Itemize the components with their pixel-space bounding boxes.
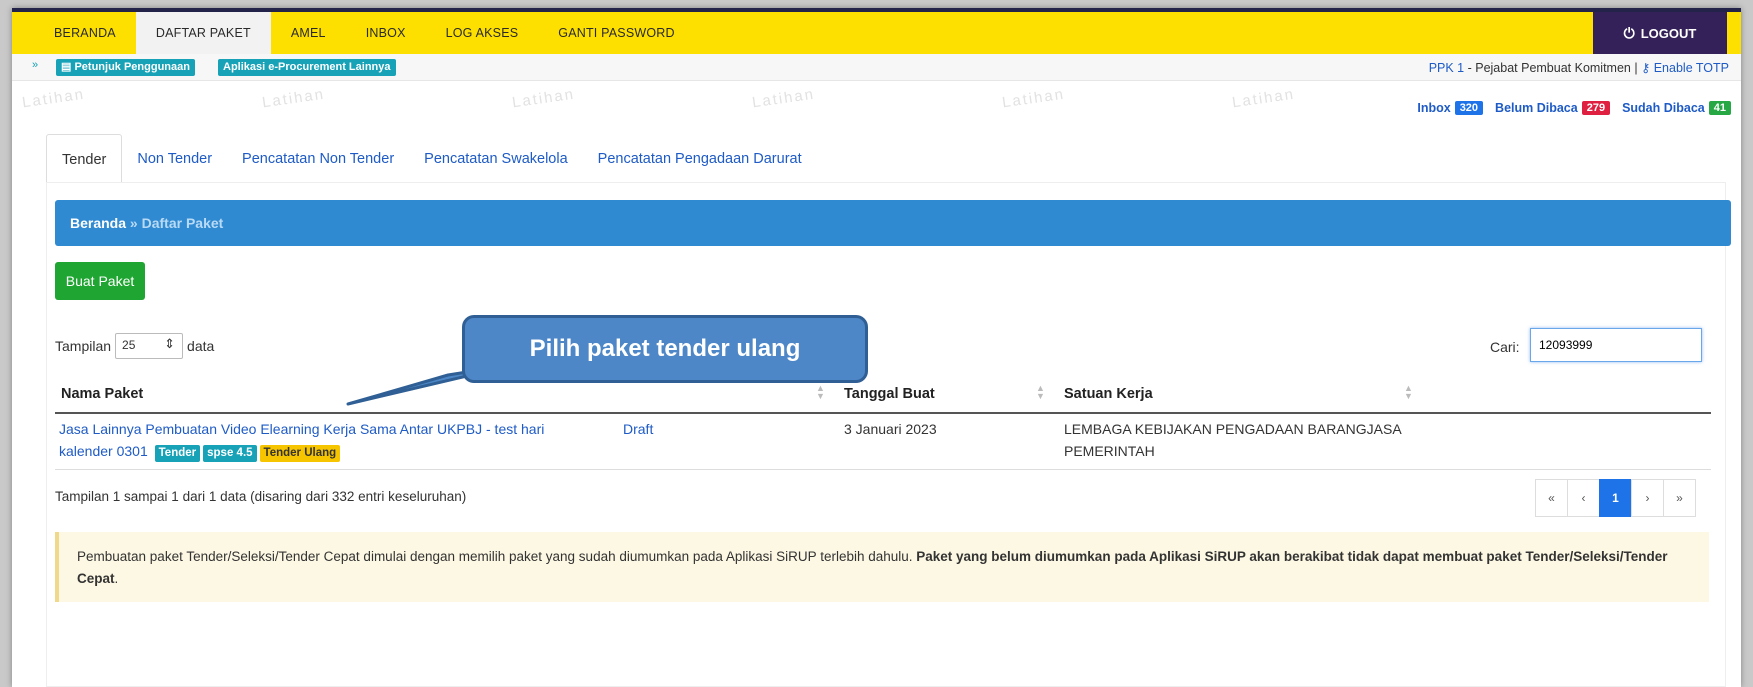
user-info: PPK 1 - Pejabat Pembuat Komitmen | ⚷ Ena… — [1429, 60, 1729, 75]
tab-non-tender[interactable]: Non Tender — [122, 134, 227, 182]
menu-log-akses[interactable]: LOG AKSES — [426, 12, 539, 54]
length-suffix: data — [187, 338, 215, 354]
user-desc: - Pejabat Pembuat Komitmen | — [1464, 61, 1642, 75]
enable-totp-link[interactable]: Enable TOTP — [1654, 61, 1729, 75]
row-divider — [55, 469, 1711, 470]
key-icon: ⚷ — [1641, 61, 1654, 75]
last-page-button[interactable]: » — [1663, 479, 1696, 517]
top-navbar: BERANDA DAFTAR PAKET AMEL INBOX LOG AKSE… — [12, 8, 1741, 54]
table-info: Tampilan 1 sampai 1 dari 1 data (disarin… — [55, 489, 467, 504]
page-length-value: 25 — [122, 338, 136, 352]
package-link[interactable]: Jasa Lainnya Pembuatan Video Elearning K… — [59, 421, 544, 437]
watermark-text: Latihan — [751, 85, 817, 112]
tag-tender-ulang: Tender Ulang — [259, 445, 341, 462]
tab-pencatatan-non-tender[interactable]: Pencatatan Non Tender — [227, 134, 409, 182]
inbox-link[interactable]: Inbox — [1417, 101, 1450, 115]
header-divider — [55, 412, 1711, 414]
collapse-chevron-icon[interactable]: » — [32, 59, 38, 71]
menu-beranda[interactable]: BERANDA — [34, 12, 136, 54]
work-unit-line2: PEMERINTAH — [1064, 443, 1155, 459]
tag-spse: spse 4.5 — [203, 445, 257, 462]
breadcrumb-home-link[interactable]: Beranda — [70, 215, 126, 231]
help-link[interactable]: ▤ Petunjuk Penggunaan — [56, 59, 195, 76]
logout-button[interactable]: ⏻ LOGOUT — [1593, 12, 1727, 54]
sort-icon: ▲ ▼ — [1404, 383, 1413, 401]
breadcrumb: Beranda » Daftar Paket — [55, 200, 1731, 246]
power-icon: ⏻ — [1623, 24, 1635, 41]
page-length-select[interactable]: 25 ⇕ — [115, 333, 184, 359]
work-unit-line1: LEMBAGA KEBIJAKAN PENGADAAN BARANGJASA — [1064, 421, 1402, 437]
tab-pencatatan-swakelola[interactable]: Pencatatan Swakelola — [409, 134, 583, 182]
sort-icon: ▲ ▼ — [816, 383, 825, 401]
menu-amel[interactable]: AMEL — [271, 12, 346, 54]
date-cell: 3 Januari 2023 — [844, 421, 937, 437]
column-header-satuan-kerja[interactable]: Satuan Kerja — [1064, 376, 1153, 412]
breadcrumb-current: Daftar Paket — [141, 215, 224, 231]
sort-updown-icon: ⇕ — [164, 336, 176, 351]
sort-icon: ▲ ▼ — [1036, 383, 1045, 401]
menu-inbox[interactable]: INBOX — [346, 12, 426, 54]
page-1-button[interactable]: 1 — [1599, 479, 1632, 517]
app-window: BERANDA DAFTAR PAKET AMEL INBOX LOG AKSE… — [12, 8, 1741, 687]
work-unit-cell: LEMBAGA KEBIJAKAN PENGADAAN BARANGJASA P… — [1064, 418, 1402, 462]
unread-count-badge: 279 — [1581, 101, 1611, 115]
table-row-package-name: Jasa Lainnya Pembuatan Video Elearning K… — [59, 418, 619, 462]
menu-ganti-password[interactable]: GANTI PASSWORD — [538, 12, 694, 54]
watermark-text: Latihan — [511, 85, 577, 112]
create-package-button[interactable]: Buat Paket — [55, 262, 145, 300]
sub-toolbar: » ▤ Petunjuk Penggunaan Aplikasi e-Procu… — [12, 54, 1741, 81]
read-link[interactable]: Sudah Dibaca — [1622, 101, 1705, 115]
user-role-link[interactable]: PPK 1 — [1429, 61, 1464, 75]
watermark-text: Latihan — [21, 85, 87, 112]
main-menu: BERANDA DAFTAR PAKET AMEL INBOX LOG AKSE… — [34, 12, 695, 54]
first-page-button[interactable]: « — [1535, 479, 1568, 517]
package-link-cont[interactable]: kalender 0301 — [59, 443, 148, 459]
status-link[interactable]: Draft — [623, 418, 653, 440]
menu-daftar-paket[interactable]: DAFTAR PAKET — [135, 12, 271, 54]
alert-text: Pembuatan paket Tender/Seleksi/Tender Ce… — [77, 549, 917, 564]
search-label: Cari: — [1490, 339, 1520, 355]
length-prefix: Tampilan — [55, 338, 112, 354]
breadcrumb-separator: » — [126, 215, 142, 231]
alert-end: . — [114, 571, 119, 586]
instruction-callout: Pilih paket tender ulang — [462, 315, 868, 383]
info-alert: Pembuatan paket Tender/Seleksi/Tender Ce… — [55, 532, 1709, 602]
tag-tender: Tender — [154, 445, 201, 462]
tab-pencatatan-darurat[interactable]: Pencatatan Pengadaan Darurat — [583, 134, 817, 182]
watermark-text: Latihan — [261, 85, 327, 112]
message-counters: Inbox 320 Belum Dibaca 279 Sudah Dibaca … — [1417, 101, 1731, 115]
column-header-nama-paket[interactable]: Nama Paket — [61, 376, 143, 412]
tab-tender[interactable]: Tender — [46, 134, 123, 183]
logout-label: LOGOUT — [1640, 25, 1697, 41]
inbox-count-badge: 320 — [1454, 101, 1484, 115]
book-icon: ▤ — [61, 61, 72, 73]
search-input[interactable] — [1530, 328, 1702, 362]
other-apps-link[interactable]: Aplikasi e-Procurement Lainnya — [218, 59, 396, 76]
unread-link[interactable]: Belum Dibaca — [1495, 101, 1578, 115]
read-count-badge: 41 — [1708, 101, 1731, 115]
next-page-button[interactable]: › — [1631, 479, 1664, 517]
prev-page-button[interactable]: ‹ — [1567, 479, 1600, 517]
watermark-text: Latihan — [1231, 85, 1297, 112]
watermark-text: Latihan — [1001, 85, 1067, 112]
page-length-control: Tampilan 25 ⇕ data — [55, 333, 214, 359]
pagination: « ‹ 1 › » — [1535, 479, 1696, 517]
package-tabs: Tender Non Tender Pencatatan Non Tender … — [46, 134, 817, 183]
